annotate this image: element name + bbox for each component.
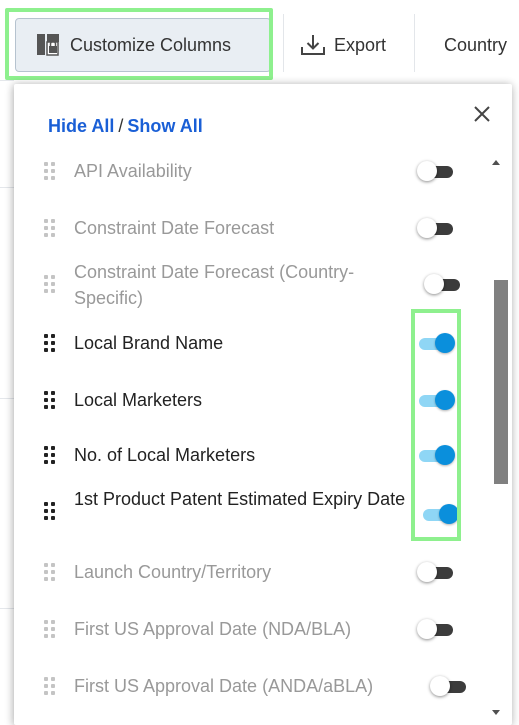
- toolbar: Customize Columns Export Country: [0, 0, 519, 80]
- scroll-up-arrow-icon[interactable]: [492, 160, 500, 165]
- drag-handle-icon[interactable]: [44, 677, 56, 695]
- country-button[interactable]: Country: [444, 18, 507, 72]
- column-visibility-toggle[interactable]: [417, 161, 455, 181]
- column-option-label: First US Approval Date (NDA/BLA): [74, 619, 352, 639]
- background-grid-line: [0, 80, 14, 81]
- drag-handle-icon[interactable]: [44, 334, 56, 352]
- highlight-customize-button: [5, 8, 273, 80]
- toggle-knob: [424, 274, 444, 294]
- toggle-knob: [417, 161, 437, 181]
- column-visibility-toggle[interactable]: [417, 562, 455, 582]
- download-icon: [300, 33, 326, 57]
- column-visibility-toggle[interactable]: [417, 619, 455, 639]
- close-icon: [474, 106, 490, 122]
- background-grid-line: [0, 398, 14, 399]
- scroll-down-arrow-icon[interactable]: [492, 710, 500, 715]
- column-visibility-toggle[interactable]: [424, 274, 462, 294]
- column-option-label: Local Brand Name: [74, 333, 224, 353]
- column-visibility-toggle[interactable]: [417, 218, 455, 238]
- column-option-label: 1st Product Patent Estimated Expiry Date: [74, 489, 406, 509]
- column-option-label: No. of Local Marketers: [74, 445, 256, 465]
- drag-handle-icon[interactable]: [44, 219, 56, 237]
- column-option-label: Constraint Date Forecast: [74, 218, 275, 238]
- scrollbar-thumb[interactable]: [494, 280, 508, 484]
- toggle-knob: [417, 619, 437, 639]
- header-separator: /: [118, 116, 124, 136]
- background-grid-line: [0, 608, 14, 609]
- column-option-label: Constraint Date Forecast (Country-Specif…: [74, 262, 355, 308]
- drag-handle-icon[interactable]: [44, 502, 56, 520]
- drag-handle-icon[interactable]: [44, 446, 56, 464]
- column-visibility-toggle[interactable]: [430, 676, 468, 696]
- highlight-enabled-toggles: [411, 309, 461, 541]
- column-option-label: Launch Country/Territory: [74, 562, 272, 582]
- toggle-knob: [417, 562, 437, 582]
- toggle-knob: [430, 676, 450, 696]
- hide-all-link[interactable]: Hide All: [48, 116, 114, 136]
- column-option-label: First US Approval Date (ANDA/aBLA): [74, 676, 374, 696]
- drag-handle-icon[interactable]: [44, 275, 56, 293]
- toolbar-divider: [414, 14, 415, 72]
- background-grid-line: [0, 187, 14, 188]
- drag-handle-icon[interactable]: [44, 563, 56, 581]
- toolbar-divider: [283, 14, 284, 72]
- panel-header: Hide All / Show All: [48, 116, 203, 137]
- drag-handle-icon[interactable]: [44, 391, 56, 409]
- column-option-label: Local Marketers: [74, 390, 203, 410]
- close-button[interactable]: [470, 102, 494, 126]
- scrollbar[interactable]: [486, 146, 508, 722]
- column-option-label: API Availability: [74, 161, 192, 181]
- drag-handle-icon[interactable]: [44, 162, 56, 180]
- export-label: Export: [334, 34, 387, 55]
- drag-handle-icon[interactable]: [44, 620, 56, 638]
- toggle-knob: [417, 218, 437, 238]
- show-all-link[interactable]: Show All: [127, 116, 202, 136]
- country-label: Country: [444, 34, 508, 55]
- export-button[interactable]: Export: [296, 18, 386, 72]
